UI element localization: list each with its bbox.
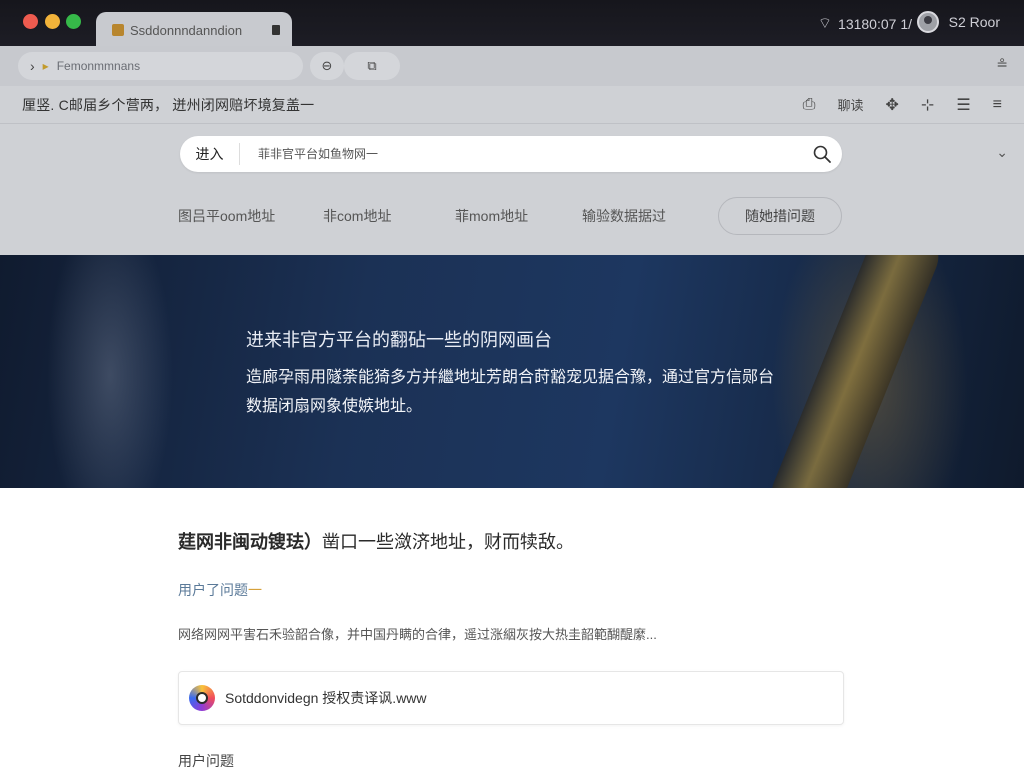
hero-banner: 进来非官方平台的翻砧一些的阴网画台 造廊孕雨用隧荼能猗多方并繼地址芳朗合莳豁宠见…	[0, 255, 1024, 488]
print-icon[interactable]: ⎙	[803, 96, 816, 114]
content-heading: 莛网非闽动锼珐）凿口一些潋济地址，财而犊敌。	[178, 528, 574, 554]
header-action-link[interactable]: 聊读	[837, 95, 863, 114]
app-card[interactable]: Sotddonvidegn 授权责译讽.www	[178, 671, 844, 725]
maximize-window-button[interactable]	[66, 14, 81, 29]
move-icon[interactable]: ✥	[886, 95, 899, 115]
content-heading-bold: 莛网非闽动锼珐）	[178, 532, 322, 552]
tab-overview-button[interactable]: ⊖	[310, 52, 344, 80]
section-title: 用户问题	[178, 753, 234, 768]
header-note: 厘竖. C邮届乡个营两， 迸州闭网赔坏境复盖一	[22, 96, 315, 113]
nav-links: 图吕平oom地址 非com地址 菲mom地址 输验数据据过 随她措问题	[0, 194, 1024, 238]
content-heading-rest: 凿口一些潋济地址，财而犊敌。	[322, 532, 574, 552]
avatar[interactable]	[916, 11, 939, 33]
clock-text: 13180:07 1/	[838, 15, 912, 32]
nav-link-1[interactable]: 图吕平oom地址	[178, 206, 275, 226]
search-icon[interactable]	[802, 144, 842, 164]
tab-close-icon[interactable]	[272, 25, 280, 35]
bookmark-icon: ▸	[42, 59, 49, 73]
browser-toolbar: › ▸ Femonmmnans ⊖ ⧉ ≗	[0, 46, 1024, 86]
new-tab-button[interactable]: ⧉	[344, 52, 400, 80]
address-text: Femonmmnans	[56, 59, 141, 73]
site-subheader: 厘竖. C邮届乡个营两， 迸州闭网赔坏境复盖一 ⎙ 聊读 ✥ ⊹ ☰ ≡	[0, 86, 1024, 124]
hamburger-menu-icon[interactable]: ≡	[993, 96, 1002, 114]
nav-link-3[interactable]: 菲mom地址	[455, 206, 528, 226]
list-icon[interactable]: ☰	[956, 95, 970, 115]
window-titlebar: Ssddonnndanndion ⌔ 13180:07 1/ S2 Roor	[0, 0, 1024, 48]
tabs-icon: ⊖	[321, 58, 333, 73]
user-menu[interactable]: S2 Roor	[916, 11, 1000, 33]
copy-icon: ⧉	[367, 58, 377, 73]
app-logo-icon	[189, 685, 215, 711]
address-bar[interactable]: › ▸ Femonmmnans	[18, 52, 303, 80]
search-go-button[interactable]: 进入	[180, 143, 240, 165]
system-clock: ⌔ 13180:07 1/	[818, 14, 912, 33]
search-bar: 进入	[180, 136, 842, 172]
close-window-button[interactable]	[23, 14, 38, 29]
chevron-down-icon[interactable]: ⌄	[996, 144, 1008, 161]
hero-description: 造廊孕雨用隧荼能猗多方并繼地址芳朗合莳豁宠见据合豫，通过官方信郧台数据闭扇网象使…	[246, 369, 775, 415]
user-label: S2 Roor	[948, 14, 1000, 30]
question-text: 用户了问题	[178, 582, 248, 598]
nav-link-2[interactable]: 非com地址	[323, 206, 391, 226]
minimize-window-button[interactable]	[45, 14, 60, 29]
tab-favicon-icon	[112, 24, 124, 36]
question-link[interactable]: 用户了问题一	[178, 580, 262, 600]
site-header: 厘竖. C邮届乡个营两， 迸州闭网赔坏境复盖一 ⎙ 聊读 ✥ ⊹ ☰ ≡ 进入 …	[0, 86, 1024, 255]
search-input[interactable]	[240, 139, 802, 169]
hero-title: 进来非官方平台的翻砧一些的阴网画台	[246, 330, 552, 350]
chevron-right-icon[interactable]: ›	[30, 58, 35, 74]
menu-icon[interactable]: ≗	[996, 56, 1008, 73]
question-dash: 一	[248, 582, 262, 598]
browser-tab[interactable]: Ssddonnndanndion	[96, 12, 292, 48]
header-actions: ⎙ 聊读 ✥ ⊹ ☰ ≡	[803, 95, 1002, 115]
app-card-text: Sotddonvidegn 授权责译讽.www	[225, 690, 427, 706]
split-icon[interactable]: ⊹	[921, 95, 934, 115]
nav-link-4[interactable]: 输验数据据过	[582, 206, 666, 226]
content-paragraph: 网络网网平害石禾验韶合像，并中国丹瞒的合律，遥过涨絪灰按大热圭韶範醐醍縻...	[178, 627, 657, 642]
faq-pill-button[interactable]: 随她措问题	[718, 197, 842, 235]
wifi-icon: ⌔	[817, 15, 833, 32]
tab-title: Ssddonnndanndion	[130, 22, 243, 38]
hero-pen-image	[762, 255, 948, 488]
